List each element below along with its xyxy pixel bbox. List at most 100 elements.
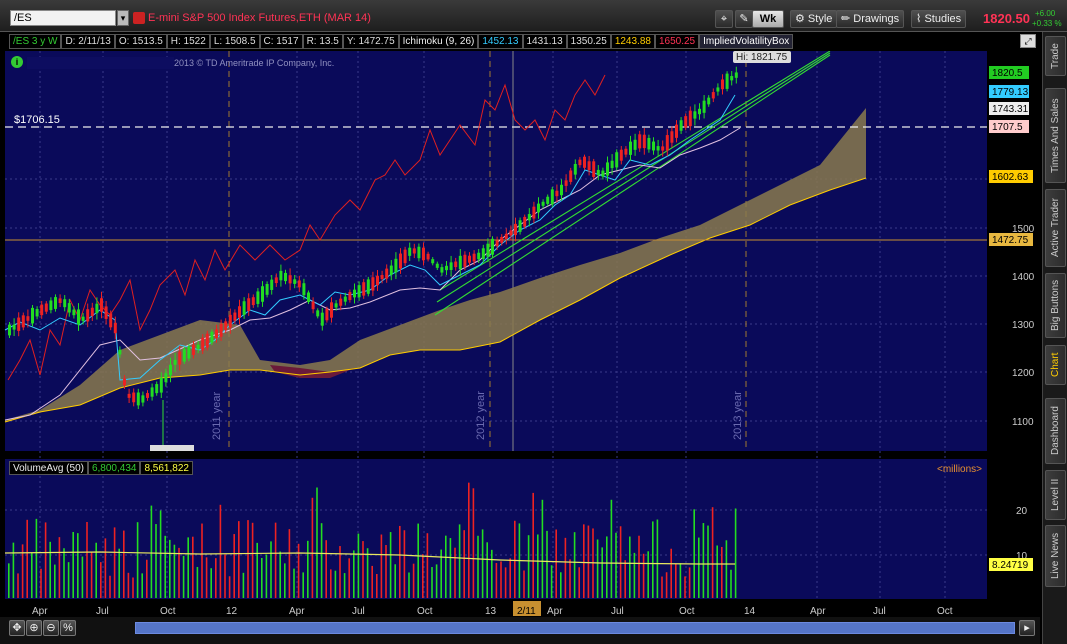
volume-bar: [380, 534, 383, 598]
drawings-label: Drawings: [853, 13, 900, 25]
volume-bar: [251, 522, 254, 598]
volume-bar: [707, 525, 709, 598]
volume-bar: [417, 523, 419, 598]
style-button[interactable]: ⚙ Style: [790, 10, 838, 28]
volume-bar: [141, 573, 143, 598]
volume-bar: [495, 562, 498, 598]
candle-body: [422, 247, 425, 261]
settings-icon[interactable]: ✎: [735, 10, 753, 28]
candle-body: [54, 297, 57, 309]
volume-bar: [113, 527, 116, 598]
candle-body: [330, 302, 333, 318]
pan-icon[interactable]: ✥: [9, 620, 25, 636]
candle-body: [164, 373, 168, 383]
candle-body: [270, 279, 274, 290]
timeframe-label[interactable]: /ES 3 y W: [9, 34, 62, 49]
candle-body: [389, 265, 393, 275]
candle-body: [629, 141, 632, 155]
volume-bar: [638, 535, 640, 598]
volume-bar: [435, 564, 438, 598]
price-tag-prevclose-text: 1472.75: [992, 235, 1029, 246]
volume-bar: [58, 537, 61, 598]
candle-body: [251, 297, 255, 306]
drawings-button[interactable]: ✏ Drawings: [836, 10, 905, 28]
volume-bar: [445, 535, 447, 598]
tab-dashboard[interactable]: Dashboard: [1045, 398, 1066, 464]
candle-body: [647, 137, 651, 150]
maximize-chart-icon[interactable]: ⤢: [1020, 34, 1036, 48]
candle-body: [311, 301, 315, 310]
tab-trade[interactable]: Trade: [1045, 36, 1066, 76]
volume-bar: [77, 533, 79, 598]
year-label-2012: 2012 year: [475, 391, 487, 440]
tab-active-trader[interactable]: Active Trader: [1045, 189, 1066, 267]
implied-volatility-label[interactable]: ImpliedVolatilityBox: [699, 34, 794, 49]
studies-button[interactable]: ⌇ Studies: [911, 10, 967, 28]
candle-body: [716, 87, 720, 92]
tab-big-buttons[interactable]: Big Buttons: [1045, 273, 1066, 338]
tab-chart[interactable]: Chart: [1045, 345, 1066, 385]
candle-body: [320, 312, 324, 326]
ichimoku-study-label[interactable]: Ichimoku (9, 26): [398, 34, 479, 49]
info-icon[interactable]: i: [11, 56, 23, 68]
study-header-bar: /ES 3 y W D: 2/11/13 O: 1513.5 H: 1522 L…: [9, 34, 794, 49]
blurred-quote-area: [27, 57, 174, 69]
volume-bar: [187, 537, 189, 598]
volume-study-label[interactable]: VolumeAvg (50): [9, 461, 88, 475]
candle-body: [261, 286, 264, 302]
symbol-input[interactable]: /ES: [10, 10, 116, 26]
candle-body: [104, 306, 108, 319]
tab-times-and-sales[interactable]: Times And Sales: [1045, 88, 1066, 183]
candle-body: [357, 285, 361, 298]
symbol-dropdown-button[interactable]: ▾: [117, 10, 129, 26]
volume-bar: [716, 545, 718, 598]
volume-bar: [127, 572, 130, 598]
candle-body: [132, 392, 136, 403]
candle-body: [8, 324, 11, 336]
volume-bar: [26, 519, 28, 598]
volume-bar: [472, 488, 475, 598]
candle-body: [307, 292, 310, 303]
tab-live-news[interactable]: Live News: [1045, 525, 1066, 587]
candle-body: [403, 249, 407, 264]
symbol-info-icon[interactable]: [133, 12, 145, 24]
volume-bar: [573, 532, 576, 598]
x-label-12: 14: [744, 606, 756, 617]
candle-body: [63, 299, 67, 308]
crosshair-icon[interactable]: ⌖: [715, 10, 733, 28]
candle-body: [242, 301, 246, 315]
price-tag-last-text: 1820.5: [992, 68, 1023, 79]
horizontal-scrollbar[interactable]: [135, 622, 1015, 634]
candle-body: [192, 344, 195, 355]
candle-body: [472, 253, 476, 262]
candle-body: [49, 300, 53, 311]
candle-body: [201, 337, 205, 351]
scroll-right-icon[interactable]: ▸: [1019, 620, 1035, 636]
volume-bar: [537, 534, 539, 598]
candle-body: [537, 203, 540, 213]
aggregation-button[interactable]: Wk: [752, 10, 784, 28]
candle-body: [81, 316, 85, 321]
candle-body: [661, 146, 665, 151]
price-tag-alert-text: 1707.5: [992, 122, 1023, 133]
percent-change: +0.33 %: [1032, 19, 1062, 28]
chart-svg[interactable]: 2011 year 2012 year 2013 year $1706.15 H…: [0, 50, 1040, 617]
volume-bar: [610, 499, 613, 598]
drawings-icon: ✏: [841, 13, 854, 25]
chart-area[interactable]: 2011 year 2012 year 2013 year $1706.15 H…: [0, 50, 1040, 644]
volume-bar: [486, 542, 488, 598]
volume-bar: [385, 545, 387, 598]
zoom-out-icon[interactable]: ⊖: [43, 620, 59, 636]
candle-body: [155, 384, 159, 394]
volume-bar: [730, 569, 732, 598]
percent-scale-button[interactable]: %: [60, 620, 76, 636]
tab-level-ii[interactable]: Level II: [1045, 470, 1066, 520]
volume-bar: [702, 523, 705, 598]
volume-bar: [311, 497, 314, 598]
ichimoku-value-4: 1243.88: [610, 34, 655, 49]
candle-body: [707, 97, 711, 105]
chart-bottom-bar: ✥ ⊕ ⊖ % ▸: [0, 617, 1040, 644]
zoom-in-icon[interactable]: ⊕: [26, 620, 42, 636]
volume-bar: [228, 576, 231, 598]
candle-body: [238, 306, 241, 318]
